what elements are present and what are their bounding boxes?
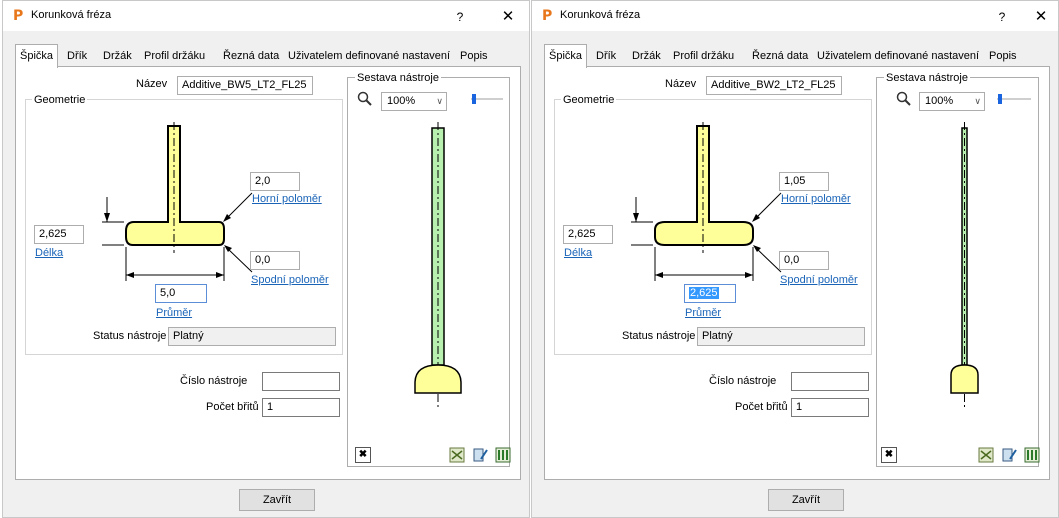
delete-icon[interactable]: ✖ [355, 447, 371, 463]
tab-panel: Název Additive_BW2_LT2_FL25 Geometrie 1,… [544, 66, 1050, 480]
help-button[interactable]: ? [990, 7, 1014, 27]
tool-export-icon[interactable] [495, 447, 511, 463]
tool-number-label: Číslo nástroje [709, 375, 777, 387]
tab-drik[interactable]: Dřík [592, 46, 620, 66]
diameter-link[interactable]: Průměr [156, 307, 192, 319]
diameter-input[interactable]: 2,625 [684, 284, 736, 303]
title-bar: P Korunková fréza ? ✕ [532, 1, 1058, 31]
flutes-label: Počet břitů [735, 401, 788, 413]
assembly-label: Sestava nástroje [884, 72, 970, 84]
tab-drzak[interactable]: Držák [99, 46, 136, 66]
zoom-slider-thumb[interactable] [472, 94, 476, 104]
tab-rezna-data[interactable]: Řezná data [219, 46, 283, 66]
close-icon[interactable]: ✕ [1028, 6, 1054, 26]
tool-geometry-diagram [631, 122, 782, 281]
upper-radius-link[interactable]: Horní poloměr [252, 193, 322, 205]
tip-profile [125, 125, 225, 246]
status-label: Status nástroje [622, 330, 696, 342]
tool-export-icon[interactable] [1024, 447, 1040, 463]
tab-panel: Název Additive_BW5_LT2_FL25 Geometrie 2,… [15, 66, 521, 480]
lower-radius-link[interactable]: Spodní poloměr [251, 274, 329, 286]
tool-dialog-1: P Korunková fréza ? ✕ Špička Dřík Držák … [2, 0, 530, 518]
tool-number-input[interactable] [262, 372, 340, 391]
status-label: Status nástroje [93, 330, 167, 342]
assembly-label: Sestava nástroje [355, 72, 441, 84]
length-link[interactable]: Délka [564, 247, 592, 259]
flutes-input[interactable]: 1 [791, 398, 869, 417]
help-button[interactable]: ? [448, 7, 472, 27]
zoom-value: 100% [387, 95, 416, 107]
length-input[interactable]: 2,625 [34, 225, 84, 244]
status-field: Platný [168, 327, 336, 346]
close-dialog-button[interactable]: Zavřít [239, 489, 315, 511]
flutes-input[interactable]: 1 [262, 398, 340, 417]
chevron-down-icon: ∨ [436, 96, 443, 106]
tab-rezna-data[interactable]: Řezná data [748, 46, 812, 66]
tab-popis[interactable]: Popis [456, 46, 492, 66]
diameter-selected-text: 2,625 [689, 287, 719, 299]
app-logo-icon: P [13, 8, 24, 24]
length-input[interactable]: 2,625 [563, 225, 613, 244]
close-icon[interactable]: ✕ [495, 6, 521, 26]
tab-spicka[interactable]: Špička [544, 44, 588, 68]
tab-drzak[interactable]: Držák [628, 46, 665, 66]
tab-profil-drzaku[interactable]: Profil držáku [140, 46, 209, 66]
tab-uzivatelske-nastaveni[interactable]: Uživatelem definované nastavení [813, 46, 983, 66]
upper-radius-input[interactable]: 2,0 [250, 172, 300, 191]
tool-view-icon[interactable] [978, 447, 994, 463]
zoom-icon[interactable] [357, 91, 373, 107]
tool-number-input[interactable] [791, 372, 869, 391]
status-field: Platný [697, 327, 865, 346]
tool-dialog-2: P Korunková fréza ? ✕ Špička Dřík Držák … [531, 0, 1059, 518]
length-link[interactable]: Délka [35, 247, 63, 259]
lower-radius-input[interactable]: 0,0 [779, 251, 829, 270]
chevron-down-icon: ∨ [974, 96, 981, 106]
tab-uzivatelske-nastaveni[interactable]: Uživatelem definované nastavení [284, 46, 454, 66]
tab-popis[interactable]: Popis [985, 46, 1021, 66]
diameter-link[interactable]: Průměr [685, 307, 721, 319]
window-title: Korunková fréza [560, 9, 641, 21]
tab-drik[interactable]: Dřík [63, 46, 91, 66]
tool-edit-icon[interactable] [1001, 447, 1017, 463]
tool-number-label: Číslo nástroje [180, 375, 248, 387]
flutes-label: Počet břitů [206, 401, 259, 413]
tool-geometry-diagram [102, 122, 253, 281]
tab-spicka[interactable]: Špička [15, 44, 59, 68]
delete-icon[interactable]: ✖ [881, 447, 897, 463]
zoom-slider-thumb[interactable] [998, 94, 1002, 104]
lower-radius-link[interactable]: Spodní poloměr [780, 274, 858, 286]
upper-radius-link[interactable]: Horní poloměr [781, 193, 851, 205]
tool-assembly-preview [414, 122, 462, 407]
zoom-slider-track[interactable] [997, 98, 1031, 100]
tool-edit-icon[interactable] [472, 447, 488, 463]
tip-profile [654, 125, 754, 246]
app-logo-icon: P [542, 8, 553, 24]
zoom-value: 100% [925, 95, 954, 107]
zoom-icon[interactable] [896, 91, 912, 107]
diameter-input[interactable]: 5,0 [155, 284, 207, 303]
window-title: Korunková fréza [31, 9, 112, 21]
lower-radius-input[interactable]: 0,0 [250, 251, 300, 270]
tool-view-icon[interactable] [449, 447, 465, 463]
tab-profil-drzaku[interactable]: Profil držáku [669, 46, 738, 66]
zoom-select[interactable]: 100% ∨ [381, 92, 447, 111]
upper-radius-input[interactable]: 1,05 [779, 172, 829, 191]
close-dialog-button[interactable]: Zavřít [768, 489, 844, 511]
title-bar: P Korunková fréza ? ✕ [3, 1, 529, 31]
zoom-select[interactable]: 100% ∨ [919, 92, 985, 111]
tool-assembly-preview [950, 122, 979, 407]
